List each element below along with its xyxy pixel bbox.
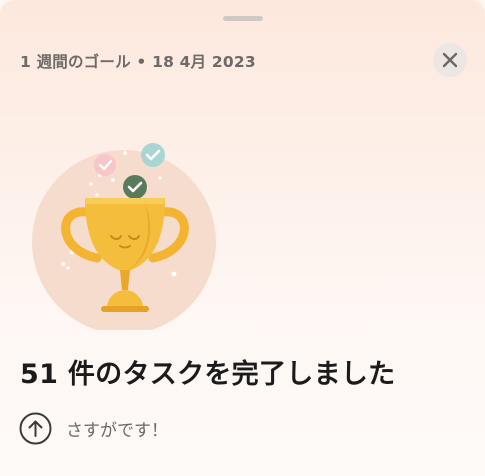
goal-period-title: 1 週間のゴール • 18 4月 2023 bbox=[20, 53, 256, 71]
arrow-up-circle-icon[interactable] bbox=[19, 412, 52, 445]
close-button[interactable] bbox=[433, 43, 467, 77]
close-icon bbox=[442, 52, 458, 68]
completed-tasks-headline: 51 件のタスクを完了しました bbox=[20, 359, 396, 390]
encouragement-text: さすがです！ bbox=[66, 421, 168, 441]
dark-green-check-icon bbox=[123, 175, 147, 199]
goal-sheet: 1 週間のゴール • 18 4月 2023 51 件のタスクを完了しました さす… bbox=[0, 0, 485, 476]
sheet-grabber[interactable] bbox=[223, 16, 263, 21]
pink-check-icon bbox=[94, 154, 116, 176]
teal-check-icon bbox=[141, 143, 165, 167]
encouragement-row: さすがです！ bbox=[19, 412, 168, 445]
trophy-illustration bbox=[32, 143, 216, 330]
